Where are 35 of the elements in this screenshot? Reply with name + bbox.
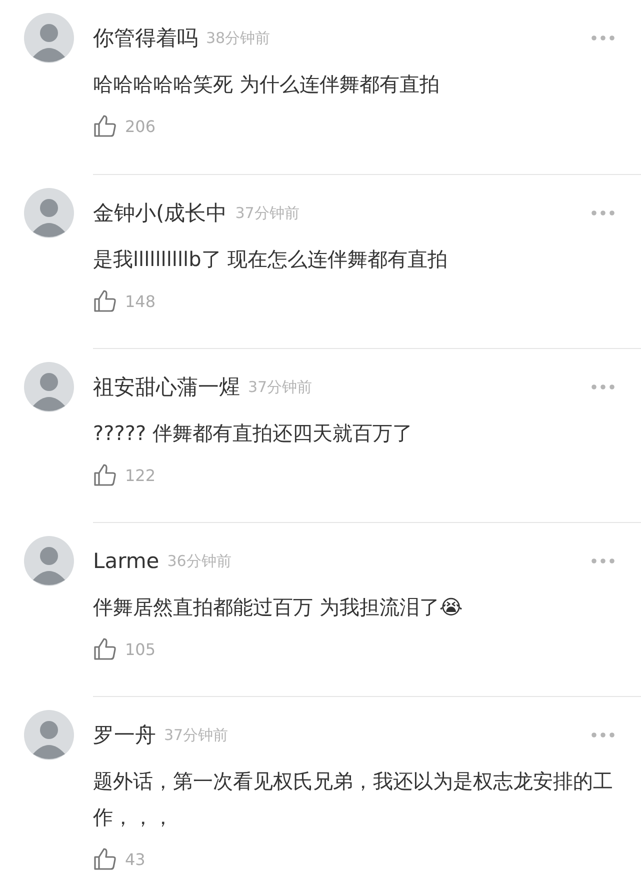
more-icon[interactable] bbox=[591, 558, 615, 564]
comment-time: 37分钟前 bbox=[164, 726, 228, 744]
more-icon[interactable] bbox=[591, 384, 615, 390]
avatar[interactable] bbox=[24, 362, 74, 412]
avatar[interactable] bbox=[24, 188, 74, 238]
like-count: 105 bbox=[125, 640, 156, 658]
more-icon[interactable] bbox=[591, 210, 615, 216]
comment-text: 是我llllllllllb了 现在怎么连伴舞都有直拍 bbox=[93, 246, 449, 273]
user-name[interactable]: Larme bbox=[93, 549, 160, 573]
comment-time: 37分钟前 bbox=[248, 378, 312, 396]
comment-time: 37分钟前 bbox=[235, 204, 300, 222]
user-name[interactable]: 金钟小(成长中 bbox=[93, 199, 228, 227]
like-count: 148 bbox=[125, 292, 156, 310]
user-name[interactable]: 罗一舟 bbox=[93, 721, 156, 749]
comment-text: ????? 伴舞都有直拍还四天就百万了 bbox=[93, 420, 414, 447]
comment-text: 伴舞居然直拍都能过百万 为我担流泪了😭 bbox=[93, 594, 464, 621]
like-count: 206 bbox=[125, 116, 156, 136]
user-name[interactable]: 你管得着吗 bbox=[93, 24, 198, 52]
thumbs-up-icon[interactable] bbox=[93, 637, 117, 661]
more-icon[interactable] bbox=[591, 732, 615, 738]
like-count: 43 bbox=[125, 850, 146, 868]
comment-text: 哈哈哈哈哈笑死 为什么连伴舞都有直拍 bbox=[93, 71, 440, 98]
thumbs-up-icon[interactable] bbox=[93, 463, 117, 487]
comment-time: 38分钟前 bbox=[206, 28, 270, 48]
thumbs-up-icon[interactable] bbox=[93, 289, 117, 313]
avatar[interactable] bbox=[24, 536, 74, 586]
more-icon[interactable] bbox=[591, 35, 615, 41]
user-name[interactable]: 祖安甜心蒲一煋 bbox=[93, 373, 240, 401]
thumbs-up-icon[interactable] bbox=[93, 847, 117, 871]
comment-text: 题外话，第一次看见权氏兄弟，我还以为是权志龙安排的工作，，， bbox=[93, 768, 614, 831]
avatar[interactable] bbox=[24, 710, 74, 760]
avatar[interactable] bbox=[24, 13, 74, 63]
comment-time: 36分钟前 bbox=[167, 552, 232, 570]
like-count: 122 bbox=[125, 466, 156, 484]
thumbs-up-icon[interactable] bbox=[93, 114, 117, 138]
